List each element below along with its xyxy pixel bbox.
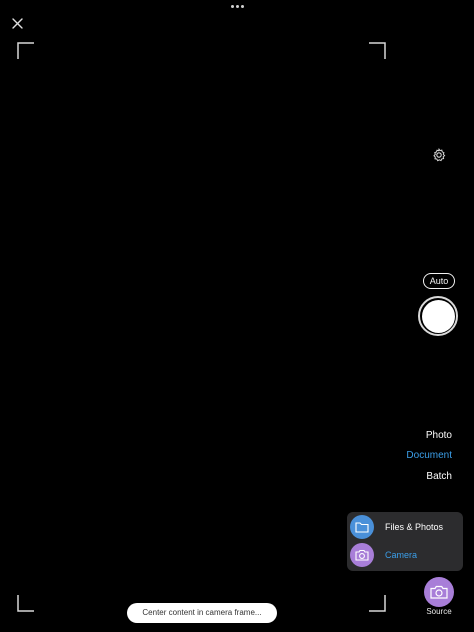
source-label: Source — [426, 607, 452, 616]
close-icon — [12, 18, 23, 29]
source-button[interactable] — [424, 577, 454, 607]
menu-item-label: Files & Photos — [385, 522, 444, 532]
camera-icon — [350, 543, 374, 567]
source-menu: Files & Photos Camera — [347, 512, 463, 571]
frame-corner-bottom-right — [369, 595, 386, 612]
close-button[interactable] — [8, 13, 28, 33]
settings-button[interactable] — [430, 146, 448, 164]
folder-icon — [350, 515, 374, 539]
menu-item-camera[interactable]: Camera — [347, 541, 463, 569]
gear-icon — [433, 147, 446, 162]
frame-corner-bottom-left — [17, 595, 34, 612]
camera-screen: Auto Photo Document Batch Files & Photos… — [0, 0, 474, 632]
hint-banner: Center content in camera frame... — [127, 603, 277, 623]
more-dots-icon[interactable] — [227, 1, 247, 11]
camera-icon — [430, 585, 448, 599]
mode-document[interactable]: Document — [406, 450, 452, 461]
menu-item-label: Camera — [385, 550, 418, 560]
shutter-icon — [421, 299, 455, 333]
shutter-button[interactable] — [418, 296, 458, 336]
menu-item-files-photos[interactable]: Files & Photos — [347, 513, 463, 541]
flash-auto-toggle[interactable]: Auto — [423, 273, 455, 289]
mode-photo[interactable]: Photo — [426, 430, 452, 441]
mode-batch[interactable]: Batch — [426, 471, 452, 482]
frame-corner-top-left — [17, 42, 34, 59]
frame-corner-top-right — [369, 42, 386, 59]
